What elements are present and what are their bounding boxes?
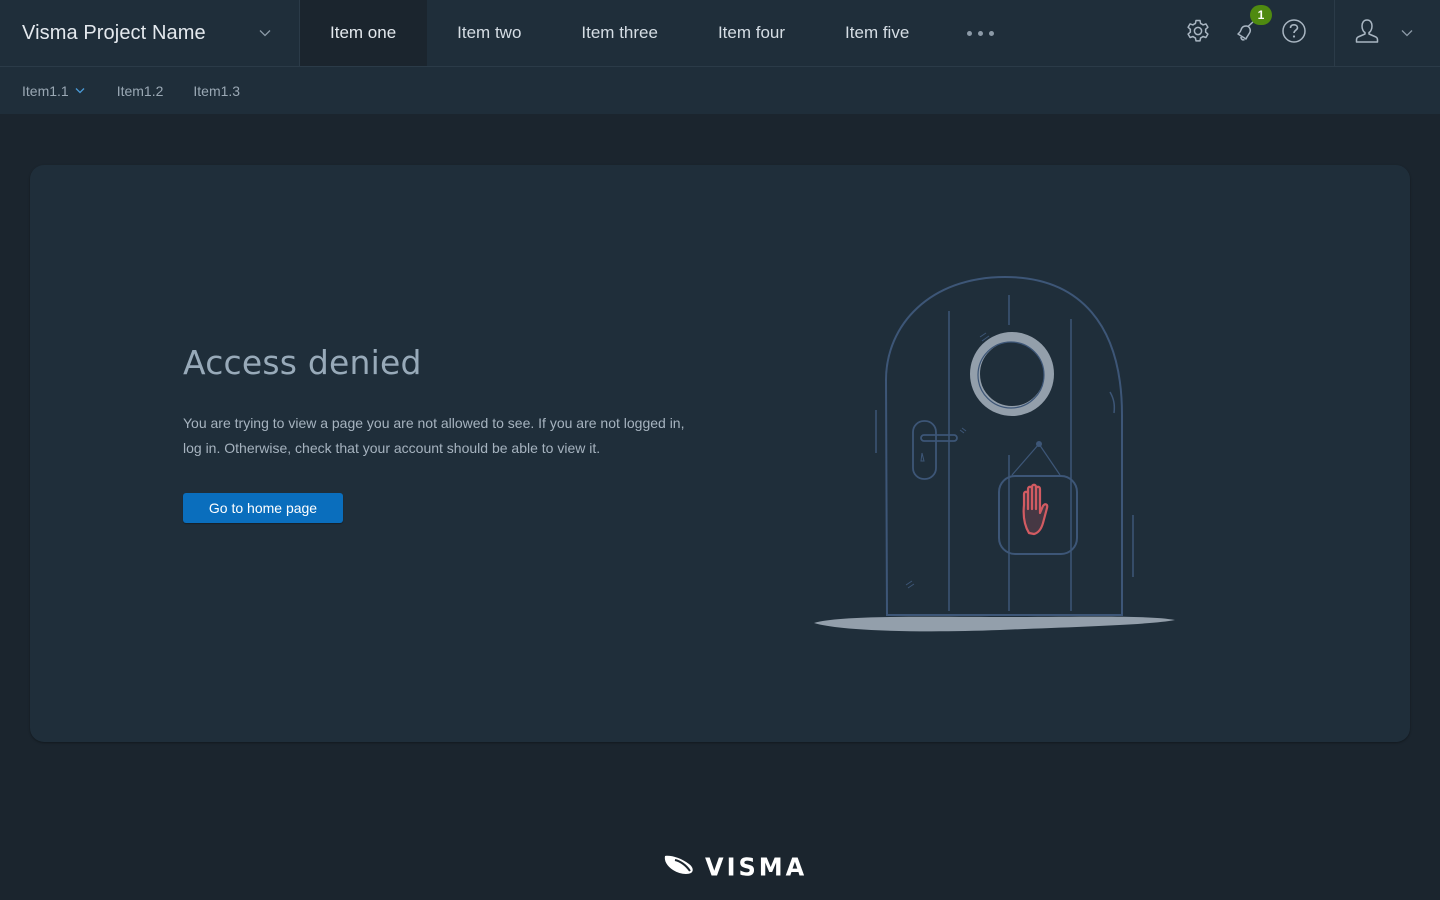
nav-item-label: Item five	[845, 23, 910, 42]
subnav-item-1-1[interactable]: Item1.1	[22, 83, 87, 99]
visma-logo: VISMA	[663, 852, 807, 881]
door-handle-plate	[912, 420, 937, 480]
project-name: Visma Project Name	[22, 21, 206, 44]
chevron-down-icon	[259, 29, 271, 37]
user-menu[interactable]	[1334, 0, 1440, 66]
go-home-button[interactable]: Go to home page	[183, 493, 343, 523]
nav-item-four[interactable]: Item four	[688, 0, 815, 66]
user-icon	[1355, 18, 1379, 49]
nav-item-label: Item three	[581, 23, 658, 42]
secondary-nav: Item1.1 Item1.2 Item1.3	[0, 67, 1440, 115]
subnav-item-1-3[interactable]: Item1.3	[193, 83, 240, 99]
nav-item-label: Item two	[457, 23, 522, 42]
nav-item-label: Item one	[330, 23, 397, 42]
notification-badge: 1	[1250, 5, 1272, 25]
nav-item-three[interactable]: Item three	[551, 0, 688, 66]
settings-button[interactable]	[1174, 0, 1222, 66]
navbar-actions: 1	[1174, 0, 1440, 66]
project-selector[interactable]: Visma Project Name	[0, 0, 300, 66]
gear-icon	[1185, 18, 1211, 49]
floor-shadow	[814, 616, 1175, 632]
porthole	[970, 332, 1054, 416]
subnav-item-label: Item1.1	[22, 82, 69, 99]
page-title: Access denied	[183, 343, 422, 382]
subnav-item-label: Item1.3	[193, 82, 241, 99]
nav-item-two[interactable]: Item two	[427, 0, 551, 66]
help-button[interactable]	[1270, 0, 1318, 66]
access-denied-card: Access denied You are trying to view a p…	[30, 165, 1410, 742]
main-nav: Item one Item two Item three Item four I…	[300, 0, 1022, 66]
visma-wordmark: VISMA	[705, 851, 808, 882]
notifications-button[interactable]: 1	[1222, 0, 1272, 66]
nav-item-five[interactable]: Item five	[815, 0, 939, 66]
visma-swoosh-icon	[663, 852, 697, 881]
chevron-down-icon	[75, 87, 87, 95]
subnav-item-1-2[interactable]: Item1.2	[117, 83, 164, 99]
nav-item-one[interactable]: Item one	[300, 0, 428, 66]
top-navbar: Visma Project Name Item one Item two Ite…	[0, 0, 1440, 67]
more-horizontal-icon[interactable]	[939, 0, 1022, 66]
help-icon	[1281, 18, 1307, 49]
locked-door-illustration	[810, 265, 1180, 645]
error-description: You are trying to view a page you are no…	[183, 415, 685, 456]
door-handle	[920, 434, 958, 442]
nav-item-label: Item four	[717, 23, 786, 42]
door-outline	[884, 275, 1123, 616]
stop-hand-icon	[1022, 483, 1049, 536]
chevron-down-icon	[1401, 29, 1413, 37]
subnav-item-label: Item1.2	[116, 82, 164, 99]
